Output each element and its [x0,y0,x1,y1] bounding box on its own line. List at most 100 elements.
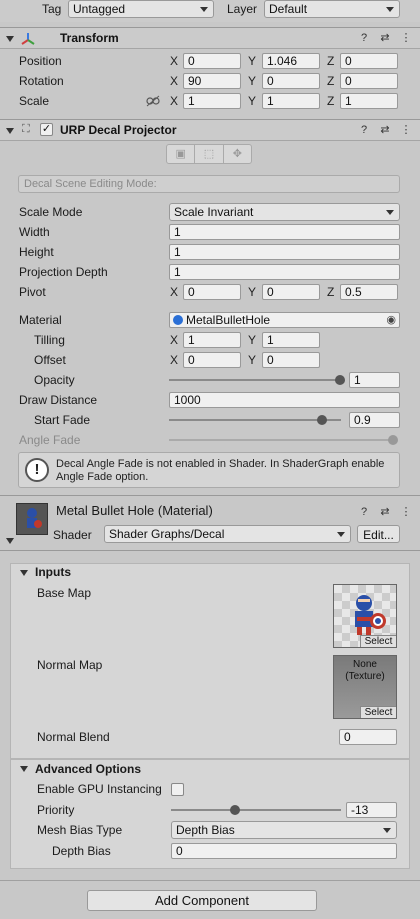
normal-map-none-text: None [353,659,377,670]
decal-projector-title: URP Decal Projector [60,123,177,137]
offset-y-field[interactable]: 0 [262,352,320,368]
priority-slider-thumb[interactable] [230,805,240,815]
more-menu-icon[interactable]: ⋮ [400,31,412,45]
opacity-slider-track[interactable] [169,379,341,381]
chevron-down-icon [200,7,208,12]
transform-header[interactable]: Transform ? ⇄ ⋮ [0,27,420,49]
chevron-down-icon [386,210,394,215]
tag-dropdown[interactable]: Untagged [68,0,214,18]
help-icon[interactable]: ? [358,123,370,137]
edit-bounds-icon[interactable]: ⬚ [195,145,224,163]
link-scale-icon[interactable] [146,95,160,107]
edit-uv-icon[interactable]: ▣ [167,145,196,163]
scale-x-field[interactable]: 1 [183,93,241,109]
rotation-y-field[interactable]: 0 [262,73,320,89]
start-fade-slider-thumb[interactable] [317,415,327,425]
axis-y-label: Y [248,353,257,367]
scale-z-field[interactable]: 1 [340,93,398,109]
axis-y-label: Y [248,333,257,347]
foldout-arrow-icon[interactable] [6,538,14,544]
edit-pivot-icon[interactable]: ✥ [224,145,251,163]
preset-icon[interactable]: ⇄ [379,31,391,45]
tilling-label: Tilling [34,333,65,347]
pivot-label: Pivot [19,285,46,299]
mesh-bias-type-dropdown[interactable]: Depth Bias [171,821,397,839]
base-map-slot[interactable]: Select [333,584,397,648]
normal-map-select-button[interactable]: Select [360,706,396,718]
axis-z-label: Z [327,285,335,299]
depth-bias-field[interactable]: 0 [171,843,397,859]
offset-x-field[interactable]: 0 [183,352,241,368]
base-map-label: Base Map [37,586,92,600]
more-menu-icon[interactable]: ⋮ [400,505,412,519]
axis-x-label: X [170,54,179,68]
angle-fade-slider-thumb [388,435,398,445]
add-component-button[interactable]: Add Component [87,890,317,911]
decal-enabled-checkbox[interactable]: ✓ [40,123,53,136]
base-map-select-button[interactable]: Select [360,635,396,647]
position-y-field[interactable]: 1.046 [262,53,320,69]
material-label: Material [19,313,62,327]
rotation-label: Rotation [19,74,64,88]
foldout-arrow-icon[interactable] [20,570,28,576]
scale-y-field[interactable]: 1 [262,93,320,109]
axis-y-label: Y [248,285,257,299]
axis-x-label: X [170,353,179,367]
start-fade-slider-track[interactable] [169,419,341,421]
preset-icon[interactable]: ⇄ [379,505,391,519]
shader-dropdown[interactable]: Shader Graphs/Decal [104,525,351,543]
normal-blend-field[interactable]: 0 [339,729,397,745]
help-icon[interactable]: ? [358,505,370,519]
width-field[interactable]: 1 [169,224,400,240]
priority-slider-track[interactable] [171,809,341,811]
help-box: ! Decal Angle Fade is not enabled in Sha… [18,452,400,488]
material-field[interactable]: MetalBulletHole ◉ [169,312,400,328]
axis-y-label: Y [248,54,257,68]
preset-icon[interactable]: ⇄ [379,123,391,137]
material-thumbnail [16,503,48,535]
help-text: Decal Angle Fade is not enabled in Shade… [56,458,385,483]
position-z-field[interactable]: 0 [340,53,398,69]
foldout-arrow-icon[interactable] [6,36,14,42]
decal-projector-header[interactable]: ⛶ ✓ URP Decal Projector ? ⇄ ⋮ [0,119,420,141]
normal-blend-label: Normal Blend [37,730,110,744]
width-label: Width [19,225,50,239]
object-picker-icon[interactable]: ◉ [386,313,396,327]
rotation-z-field[interactable]: 0 [340,73,398,89]
gpu-instancing-checkbox[interactable] [171,783,184,796]
advanced-title: Advanced Options [35,762,142,776]
edit-shader-button[interactable]: Edit... [357,525,400,543]
pivot-z-field[interactable]: 0.5 [340,284,398,300]
pivot-x-field[interactable]: 0 [183,284,241,300]
tilling-y-field[interactable]: 1 [262,332,320,348]
draw-distance-field[interactable]: 1000 [169,392,400,408]
normal-map-slot[interactable]: None (Texture) Select [333,655,397,719]
opacity-field[interactable]: 1 [349,372,400,388]
tilling-x-field[interactable]: 1 [183,332,241,348]
more-menu-icon[interactable]: ⋮ [400,123,412,137]
inputs-divider [0,550,420,551]
inputs-title: Inputs [35,565,71,579]
help-icon[interactable]: ? [358,31,370,45]
material-panel-divider [0,495,420,496]
foldout-arrow-icon[interactable] [6,128,14,134]
rotation-x-field[interactable]: 90 [183,73,241,89]
foldout-arrow-icon[interactable] [20,766,28,772]
scale-mode-dropdown[interactable]: Scale Invariant [169,203,400,221]
scale-mode-value: Scale Invariant [174,205,254,219]
scale-label: Scale [19,94,50,108]
editing-mode-box: Decal Scene Editing Mode: [18,175,400,193]
start-fade-label: Start Fade [34,413,91,427]
depth-bias-label: Depth Bias [52,844,111,858]
bottom-divider [0,880,420,881]
opacity-slider-thumb[interactable] [335,375,345,385]
height-field[interactable]: 1 [169,244,400,260]
pivot-y-field[interactable]: 0 [262,284,320,300]
layer-dropdown[interactable]: Default [264,0,400,18]
position-x-field[interactable]: 0 [183,53,241,69]
warning-icon: ! [25,458,49,482]
projection-depth-field[interactable]: 1 [169,264,400,280]
priority-field[interactable]: -13 [346,802,397,818]
start-fade-field[interactable]: 0.9 [349,412,400,428]
mesh-bias-type-label: Mesh Bias Type [37,823,123,837]
